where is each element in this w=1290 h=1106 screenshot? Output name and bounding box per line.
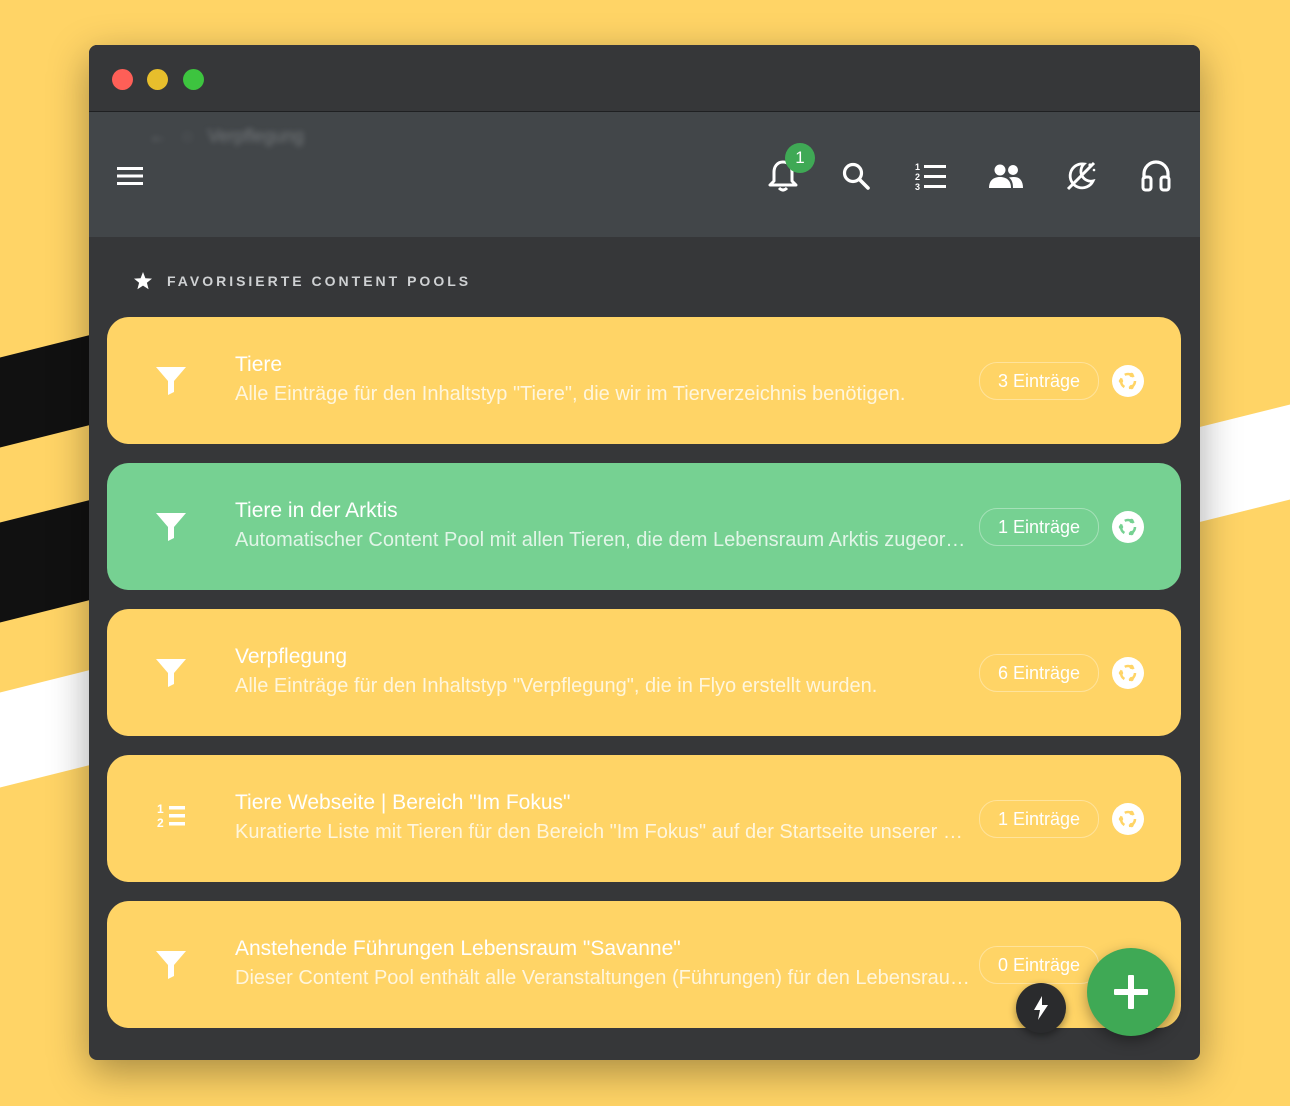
- svg-text:1: 1: [915, 162, 920, 172]
- plus-icon: [1114, 975, 1148, 1009]
- pool-title: Tiere: [235, 353, 283, 376]
- app-toolbar: ← ◌ Verpflegung 1 1 2 3: [89, 112, 1200, 237]
- pool-description: Automatischer Content Pool mit allen Tie…: [235, 529, 970, 551]
- svg-text:1: 1: [157, 802, 164, 816]
- pool-description: Kuratierte Liste mit Tieren für den Bere…: [235, 821, 970, 843]
- entries-count-badge: 3 Einträge: [978, 362, 1099, 400]
- content-pool-card[interactable]: 1 2 Tiere Webseite | Bereich "Im Fokus" …: [107, 755, 1181, 882]
- pool-settings-button[interactable]: [1112, 511, 1144, 543]
- notification-badge: 1: [785, 143, 815, 173]
- entries-count-badge: 0 Einträge: [978, 946, 1099, 984]
- pool-title: Anstehende Führungen Lebensraum "Savanne…: [235, 937, 681, 960]
- menu-icon: [117, 167, 143, 185]
- add-content-pool-button[interactable]: [1087, 948, 1175, 1036]
- dark-mode-off-icon: [1066, 161, 1096, 191]
- ubuntu-logo-icon: [1118, 810, 1137, 828]
- section-title: FAVORISIERTE CONTENT POOLS: [167, 273, 472, 289]
- pool-description: Dieser Content Pool enthält alle Veranst…: [235, 967, 970, 989]
- filter-icon: [156, 659, 186, 687]
- pool-title: Tiere Webseite | Bereich "Im Fokus": [235, 791, 571, 814]
- entries-count-badge: 1 Einträge: [978, 800, 1099, 838]
- pool-settings-button[interactable]: [1112, 365, 1144, 397]
- pool-title: Verpflegung: [235, 645, 348, 668]
- lists-button[interactable]: 1 2 3: [911, 156, 951, 196]
- people-icon: [989, 164, 1023, 188]
- minimize-window-button[interactable]: [147, 69, 168, 90]
- app-window: ← ◌ Verpflegung 1 1 2 3 FAVORISIERTE CON…: [89, 45, 1200, 1060]
- filter-icon: [156, 951, 186, 979]
- content-pool-card-active[interactable]: Tiere in der Arktis Automatischer Conten…: [107, 463, 1181, 590]
- hamburger-menu-button[interactable]: [115, 161, 145, 191]
- entries-count-badge: 1 Einträge: [978, 508, 1099, 546]
- content-pool-card[interactable]: Verpflegung Alle Einträge für den Inhalt…: [107, 609, 1181, 736]
- pool-settings-button[interactable]: [1112, 803, 1144, 835]
- close-window-button[interactable]: [112, 69, 133, 90]
- pool-title: Tiere in der Arktis: [235, 499, 398, 522]
- maximize-window-button[interactable]: [183, 69, 204, 90]
- filter-icon: [156, 367, 186, 395]
- entries-count-badge: 6 Einträge: [978, 654, 1099, 692]
- users-button[interactable]: [986, 156, 1026, 196]
- pool-description: Alle Einträge für den Inhaltstyp "Tiere"…: [235, 383, 906, 405]
- svg-text:2: 2: [157, 816, 164, 830]
- filter-icon: [156, 513, 186, 541]
- search-icon: [842, 162, 870, 190]
- ubuntu-logo-icon: [1118, 372, 1137, 390]
- svg-text:2: 2: [915, 172, 920, 182]
- headset-icon: [1141, 160, 1171, 192]
- content-pool-card[interactable]: Tiere Alle Einträge für den Inhaltstyp "…: [107, 317, 1181, 444]
- pool-description: Alle Einträge für den Inhaltstyp "Verpfl…: [235, 675, 878, 697]
- lightning-icon: [1034, 996, 1048, 1020]
- svg-text:3: 3: [915, 182, 920, 191]
- pool-settings-button[interactable]: [1112, 657, 1144, 689]
- support-button[interactable]: [1136, 156, 1176, 196]
- quick-actions-button[interactable]: [1016, 983, 1066, 1033]
- shield-icon: ◌: [182, 126, 193, 146]
- window-titlebar: [89, 45, 1200, 112]
- breadcrumb: ← ◌ Verpflegung: [149, 126, 304, 146]
- ubuntu-logo-icon: [1118, 518, 1137, 536]
- star-icon: [134, 272, 152, 290]
- ordered-list-icon: 1 2: [157, 802, 185, 830]
- ubuntu-logo-icon: [1118, 664, 1137, 682]
- search-button[interactable]: [836, 156, 876, 196]
- section-header: FAVORISIERTE CONTENT POOLS: [133, 271, 471, 291]
- back-arrow-icon: ←: [149, 126, 167, 146]
- theme-toggle-button[interactable]: [1061, 156, 1101, 196]
- ordered-list-icon: 1 2 3: [915, 162, 946, 191]
